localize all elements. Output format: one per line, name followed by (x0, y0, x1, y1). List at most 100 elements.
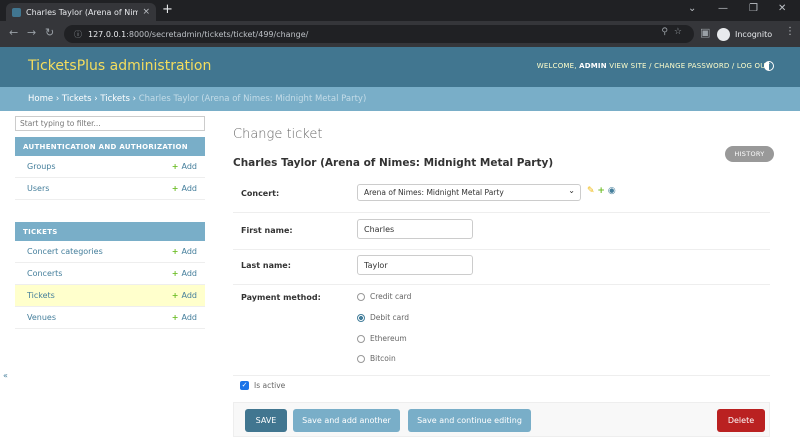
concert-select[interactable]: Arena of Nimes: Midnight Metal Party ⌄ (357, 184, 581, 201)
zoom-icon[interactable]: ⚲ (661, 27, 674, 37)
add-concerts-link[interactable]: + Add (172, 269, 197, 278)
object-title: Charles Taylor (Arena of Nimes: Midnight… (233, 157, 554, 169)
django-favicon-icon (12, 7, 21, 17)
theme-toggle-icon[interactable] (764, 61, 774, 71)
toggle-nav-sidebar-icon[interactable]: « (3, 371, 8, 380)
forward-icon[interactable]: → (27, 26, 36, 39)
radio-credit-card[interactable]: Credit card (357, 292, 411, 301)
new-tab-button[interactable]: + (162, 3, 173, 17)
admin-header: TicketsPlus administration WELCOME, ADMI… (0, 47, 800, 87)
radio-button[interactable] (357, 354, 365, 363)
bookmark-star-icon[interactable]: ☆ (674, 27, 688, 37)
sidebar-item-label[interactable]: Venues (27, 313, 172, 322)
radio-button-checked[interactable] (357, 313, 365, 322)
info-icon[interactable]: ⓘ (74, 29, 82, 40)
tab-close-icon[interactable]: × (142, 7, 150, 17)
payment-method-label: Payment method: (241, 293, 321, 302)
breadcrumb-app[interactable]: Tickets (62, 94, 92, 104)
concert-label: Concert: (241, 189, 280, 198)
tab-search-icon[interactable]: ⌄ (688, 3, 696, 14)
user-links[interactable]: VIEW SITE / CHANGE PASSWORD / LOG OUT (609, 62, 770, 70)
save-button[interactable]: SAVE (245, 409, 287, 432)
add-icon: + (171, 162, 179, 171)
sidebar-item-concerts[interactable]: Concerts + Add (15, 263, 205, 285)
change-related-pencil-icon[interactable]: ✎ (587, 186, 595, 196)
submit-row: SAVE Save and add another Save and conti… (233, 402, 770, 437)
history-button[interactable]: HISTORY (725, 146, 774, 162)
incognito-profile[interactable]: Incognito (717, 25, 772, 43)
radio-debit-card[interactable]: Debit card (357, 313, 409, 322)
minimize-icon[interactable]: — (718, 3, 728, 14)
browser-tab[interactable]: Charles Taylor (Arena of Nimes: M × (6, 3, 156, 21)
checkbox-checked-icon[interactable]: ✓ (240, 381, 249, 390)
add-label: Add (181, 313, 198, 322)
site-name[interactable]: TicketsPlus administration (28, 58, 211, 74)
related-widget-icons: ✎ + ◉ (587, 186, 616, 196)
field-payment-method: Payment method: Credit card Debit card E… (233, 292, 770, 376)
address-bar[interactable]: ⓘ 127.0.0.1 :8000/secretadmin/tickets/ti… (64, 25, 694, 43)
add-venues-link[interactable]: + Add (172, 313, 197, 322)
radio-ethereum[interactable]: Ethereum (357, 334, 407, 343)
radio-label: Ethereum (370, 334, 407, 343)
radio-button[interactable] (357, 334, 365, 343)
last-name-label: Last name: (241, 261, 291, 270)
sidebar-item-users[interactable]: Users + Add (15, 178, 205, 200)
sidebar-item-label[interactable]: Users (27, 184, 172, 193)
close-window-icon[interactable]: ✕ (778, 3, 786, 14)
add-related-icon[interactable]: + (597, 186, 605, 196)
add-label: Add (181, 184, 198, 193)
incognito-avatar-icon (717, 27, 730, 41)
add-icon: + (171, 184, 179, 193)
breadcrumb-home[interactable]: Home (28, 94, 53, 104)
add-concert-categories-link[interactable]: + Add (172, 247, 197, 256)
breadcrumb-model[interactable]: Tickets (100, 94, 130, 104)
back-icon[interactable]: ← (9, 26, 18, 39)
last-name-input[interactable]: Taylor (357, 255, 473, 275)
sidebar-item-groups[interactable]: Groups + Add (15, 156, 205, 178)
browser-tabbar: Charles Taylor (Arena of Nimes: M × + ⌄ … (0, 0, 800, 21)
add-icon: + (171, 291, 179, 300)
sidebar-item-tickets[interactable]: Tickets + Add (15, 285, 205, 307)
nav-filter-input[interactable]: Start typing to filter... (15, 116, 205, 131)
welcome-text: WELCOME, (536, 62, 577, 70)
page-title: Change ticket (233, 127, 323, 142)
sidebar-item-label[interactable]: Groups (27, 162, 172, 171)
add-groups-link[interactable]: + Add (172, 162, 197, 171)
sidebar-item-concert-categories[interactable]: Concert categories + Add (15, 241, 205, 263)
add-label: Add (181, 162, 198, 171)
side-panel-icon[interactable]: ▣ (700, 26, 710, 39)
sidebar-item-label[interactable]: Concerts (27, 269, 172, 278)
url-host: 127.0.0.1 (88, 29, 127, 39)
add-label: Add (181, 269, 198, 278)
radio-button[interactable] (357, 292, 365, 301)
sidebar-item-label[interactable]: Tickets (27, 291, 172, 300)
add-users-link[interactable]: + Add (172, 184, 197, 193)
chevron-down-icon: ⌄ (568, 186, 575, 195)
save-and-continue-button[interactable]: Save and continue editing (408, 409, 531, 432)
profile-label: Incognito (735, 29, 773, 39)
sidebar-item-label[interactable]: Concert categories (27, 247, 172, 256)
module-caption[interactable]: AUTHENTICATION AND AUTHORIZATION (15, 137, 205, 156)
maximize-icon[interactable]: ❐ (749, 3, 758, 14)
breadcrumb-current: Charles Taylor (Arena of Nimes: Midnight… (138, 94, 367, 104)
username: ADMIN (579, 62, 607, 70)
radio-label: Credit card (370, 292, 412, 301)
is-active-checkbox-row[interactable]: ✓ Is active (240, 381, 285, 390)
radio-label: Debit card (370, 313, 409, 322)
concert-selected-value: Arena of Nimes: Midnight Metal Party (364, 188, 504, 197)
breadcrumb-separator: › (55, 94, 60, 104)
save-and-add-another-button[interactable]: Save and add another (293, 409, 400, 432)
view-related-eye-icon[interactable]: ◉ (608, 186, 616, 196)
first-name-input[interactable]: Charles (357, 219, 473, 239)
browser-menu-icon[interactable]: ⋮ (785, 26, 795, 37)
reload-icon[interactable]: ↻ (45, 26, 54, 39)
add-label: Add (181, 247, 198, 256)
add-icon: + (171, 313, 179, 322)
module-auth: AUTHENTICATION AND AUTHORIZATION Groups … (15, 137, 205, 200)
sidebar-item-venues[interactable]: Venues + Add (15, 307, 205, 329)
delete-button[interactable]: Delete (717, 409, 765, 432)
add-tickets-link[interactable]: + Add (172, 291, 197, 300)
address-bar-icons: ⚲☆ (661, 27, 688, 37)
module-caption[interactable]: TICKETS (15, 222, 205, 241)
radio-bitcoin[interactable]: Bitcoin (357, 354, 396, 363)
